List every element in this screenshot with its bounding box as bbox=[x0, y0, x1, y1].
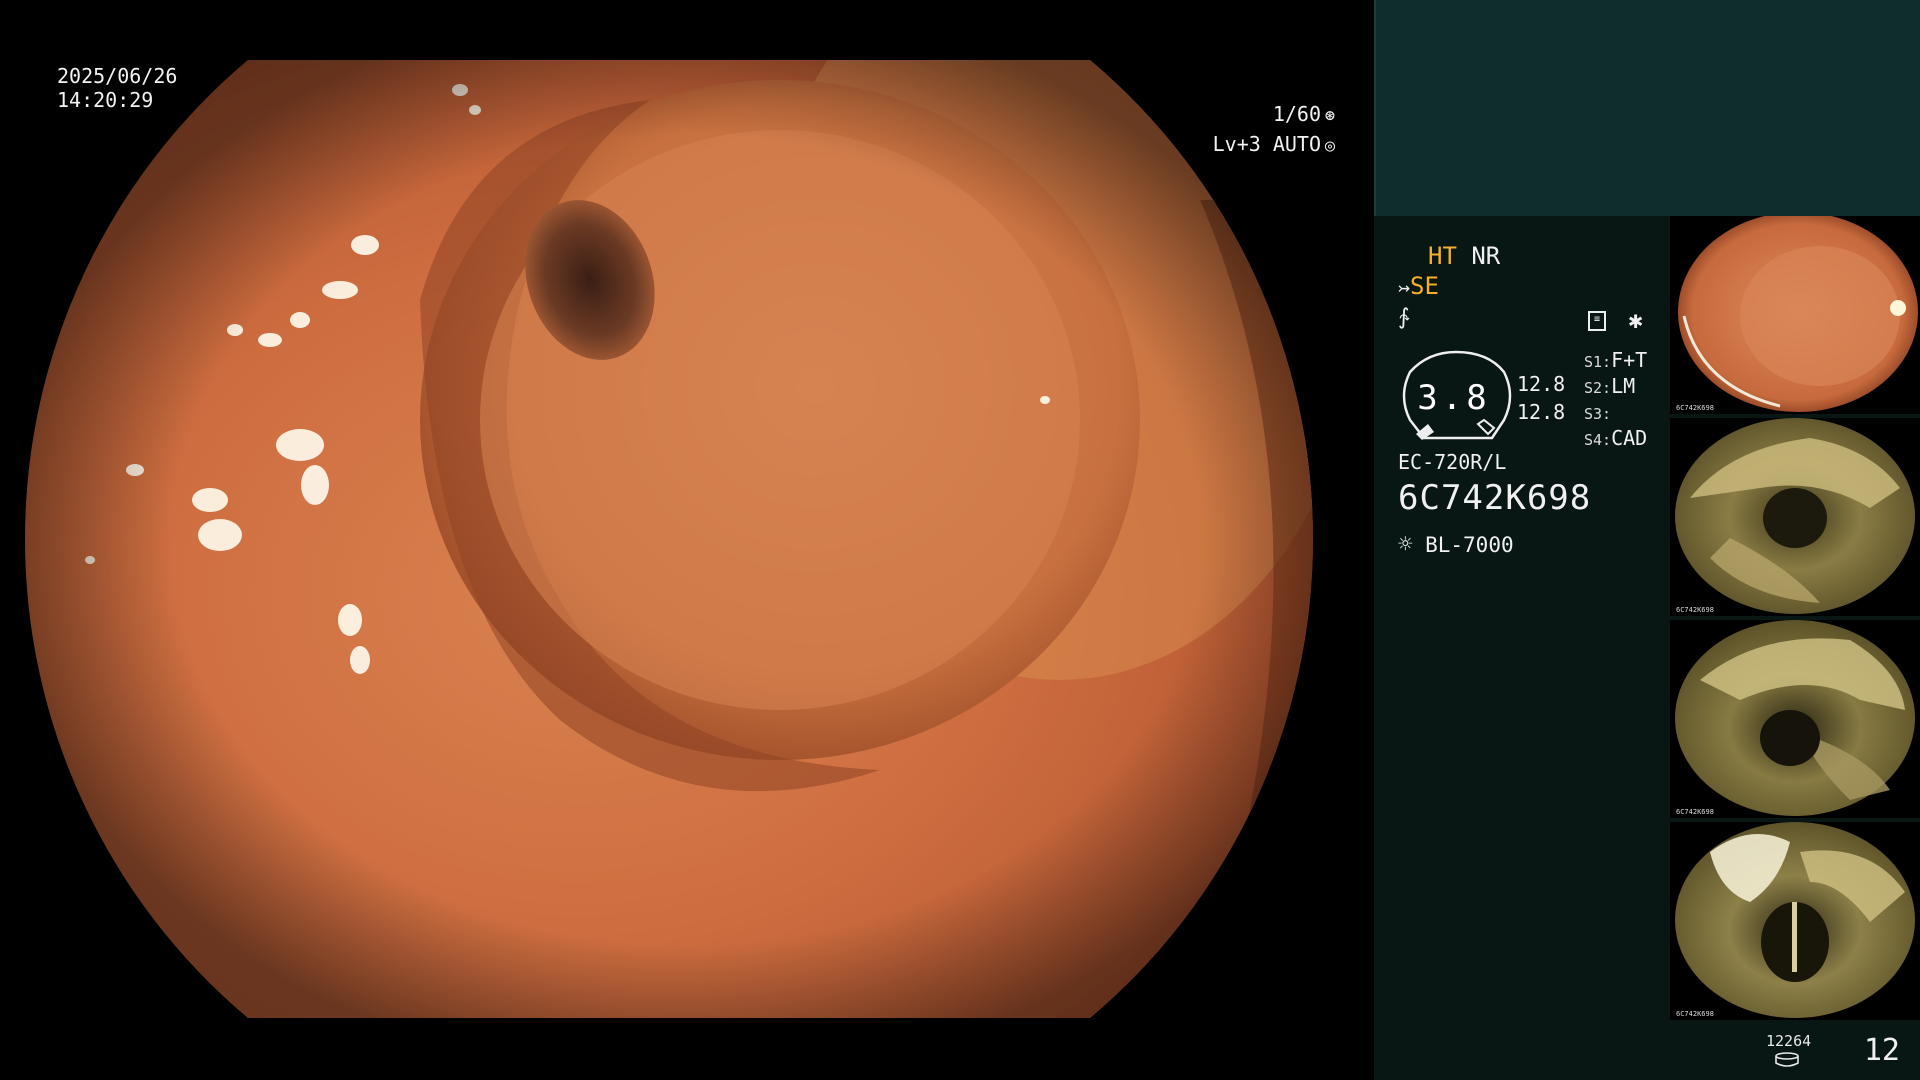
thumbnail-2[interactable]: 6C742K698 bbox=[1670, 418, 1920, 616]
aperture-icon: ⊛ bbox=[1324, 106, 1336, 126]
processor-settings: HT NR ↣SE ∱ ≡ ✱ 3.8 12.8 12.8 S1:F+T S2:… bbox=[1398, 240, 1688, 570]
side-panel-header bbox=[1374, 0, 1920, 216]
histogram-gauge: 3.8 bbox=[1398, 350, 1518, 442]
time-text: 14:20:29 bbox=[57, 88, 154, 112]
storage-icon bbox=[1775, 1052, 1799, 1067]
thumbnail-1[interactable]: 6C742K698 bbox=[1670, 216, 1920, 414]
hist-top-value: 12.8 bbox=[1517, 372, 1566, 396]
scope-arrow-icon: ↣ bbox=[1398, 275, 1411, 299]
ht-indicator: HT bbox=[1428, 242, 1457, 270]
endoscopy-screen: 2025/06/26 14:20:29 1/60 ⊛ Lv+3 AUTO ◎ HT … bbox=[0, 0, 1920, 1080]
thumbnail-serial: 6C742K698 bbox=[1676, 606, 1714, 614]
light-source-label: BL-7000 bbox=[1425, 533, 1514, 557]
exposure-readout: 1/60 ⊛ Lv+3 AUTO ◎ bbox=[1213, 100, 1339, 160]
thumbnail-serial: 6C742K698 bbox=[1676, 1010, 1714, 1018]
scope-model: EC-720R/L bbox=[1398, 450, 1507, 474]
endoscope-live-view: 2025/06/26 14:20:29 1/60 ⊛ Lv+3 AUTO ◎ bbox=[0, 0, 1374, 1080]
record-id: 12264 bbox=[1766, 1032, 1812, 1050]
capture-thumbnails: 6C742K698 6C742K698 6C742K698 6C742K698 bbox=[1670, 216, 1920, 1020]
se-indicator: SE bbox=[1410, 272, 1439, 300]
thumbnail-image bbox=[1675, 620, 1915, 816]
thumbnail-serial: 6C742K698 bbox=[1676, 808, 1714, 816]
light-source: ☼ BL-7000 bbox=[1398, 530, 1514, 558]
thumbnail-image bbox=[1678, 216, 1918, 412]
shutter-text: 1/60 bbox=[1272, 102, 1321, 126]
asterisk-icon: ✱ bbox=[1628, 306, 1643, 334]
histogram-value: 3.8 bbox=[1417, 378, 1491, 418]
date-text: 2025/06/26 bbox=[57, 64, 178, 88]
thumbnail-image bbox=[1675, 822, 1915, 1018]
thumbnail-4[interactable]: 6C742K698 bbox=[1670, 822, 1920, 1020]
date-time-readout: 2025/06/26 14:20:29 bbox=[57, 64, 177, 112]
endoscope-image bbox=[25, 60, 1313, 1018]
frequency-icon: ∱ bbox=[1398, 305, 1410, 330]
sun-icon: ☼ bbox=[1398, 530, 1413, 558]
nr-indicator: NR bbox=[1471, 242, 1501, 270]
thumbnail-serial: 6C742K698 bbox=[1676, 404, 1714, 412]
scope-serial: 6C742K698 bbox=[1398, 478, 1592, 518]
hist-bottom-value: 12.8 bbox=[1517, 400, 1566, 424]
info-side-panel: HT NR ↣SE ∱ ≡ ✱ 3.8 12.8 12.8 S1:F+T S2:… bbox=[1374, 0, 1920, 1080]
memo-icon: ≡ bbox=[1588, 311, 1606, 331]
thumbnail-image bbox=[1675, 418, 1915, 614]
thumbnail-3[interactable]: 6C742K698 bbox=[1670, 620, 1920, 818]
image-count: 12 bbox=[1863, 1033, 1900, 1068]
level-text: Lv+3 AUTO bbox=[1212, 132, 1321, 156]
iris-icon: ◎ bbox=[1324, 136, 1336, 156]
